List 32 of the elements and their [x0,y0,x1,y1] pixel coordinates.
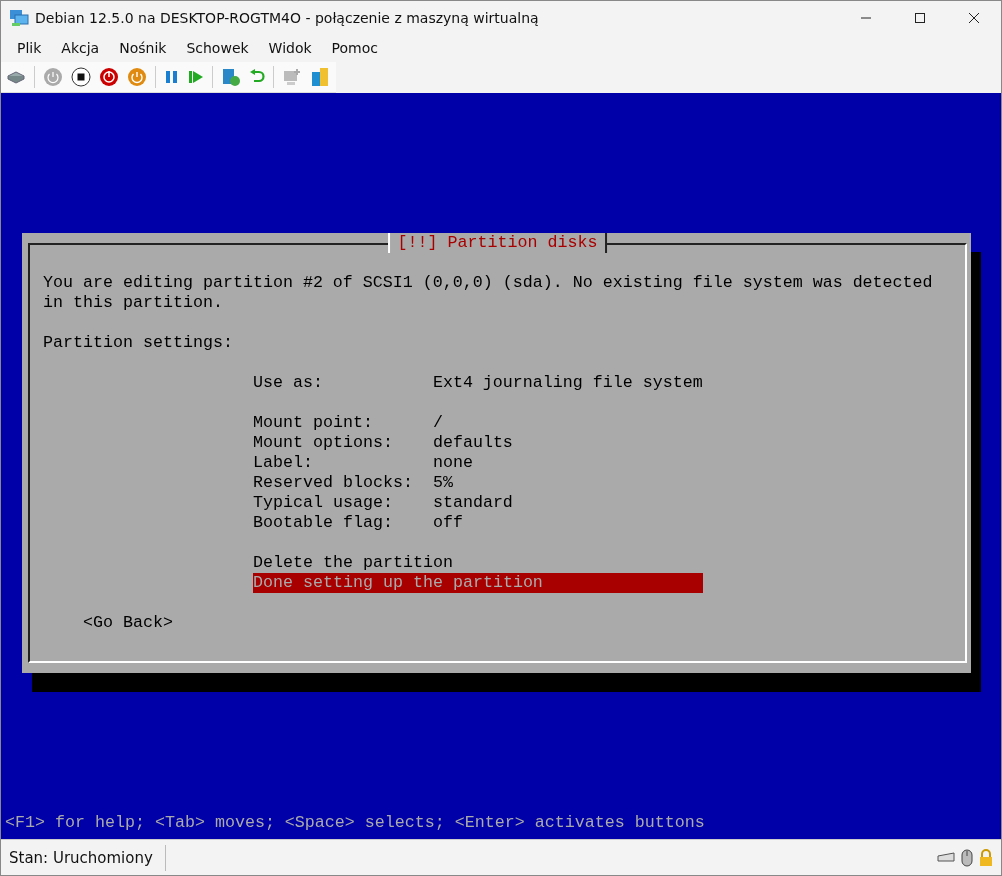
setting-row[interactable]: Mount point: / [253,413,703,433]
dialog-title: [!!] Partition disks [387,233,608,253]
setting-row[interactable]: Use as: Ext4 journaling file system [253,373,703,393]
window-title: Debian 12.5.0 na DESKTOP-ROGTM4O - połączenie z maszyną wirtualną [35,9,539,26]
maximize-icon[interactable] [914,11,926,24]
menu-item[interactable]: Nośnik [109,40,177,56]
close-icon[interactable] [968,11,980,24]
mouse-icon [961,848,973,867]
help-line: <F1> for help; <Tab> moves; <Space> selects; <Enter> activates buttons [4,813,706,834]
menu-item[interactable]: Widok [258,40,322,56]
dialog-message: You are editing partition #2 of SCSI1 (0,0,0) (sda). No existing file system was detected in this partition. [43,273,934,313]
setting-row[interactable]: Mount options: defaults [253,433,703,453]
menu-item[interactable]: Schowek [176,40,259,56]
menu-item[interactable]: Pomoc [321,40,388,56]
menu-option[interactable]: Delete the partition [253,553,703,573]
menu-item[interactable]: Akcja [51,40,110,56]
menu-item[interactable]: Plik [7,40,52,56]
computer-icon [282,67,302,87]
setting-row[interactable]: Typical usage: standard [253,493,703,513]
section-label: Partition settings: [43,333,234,353]
play-icon[interactable] [188,69,204,85]
stop-icon[interactable] [71,67,91,87]
power-icon[interactable] [127,67,147,87]
power-icon[interactable] [99,67,119,87]
go-back-button[interactable]: <Go Back> [83,613,173,633]
setting-row[interactable]: Label: none [253,453,703,473]
setting-row[interactable]: Reserved blocks: 5% [253,473,703,493]
status-text: Stan: Uruchomiony [9,848,153,867]
virtual-machine-icon [9,8,29,27]
pause-icon[interactable] [164,69,180,85]
setting-row[interactable]: Bootable flag: off [253,513,703,533]
lock-icon [979,848,993,867]
